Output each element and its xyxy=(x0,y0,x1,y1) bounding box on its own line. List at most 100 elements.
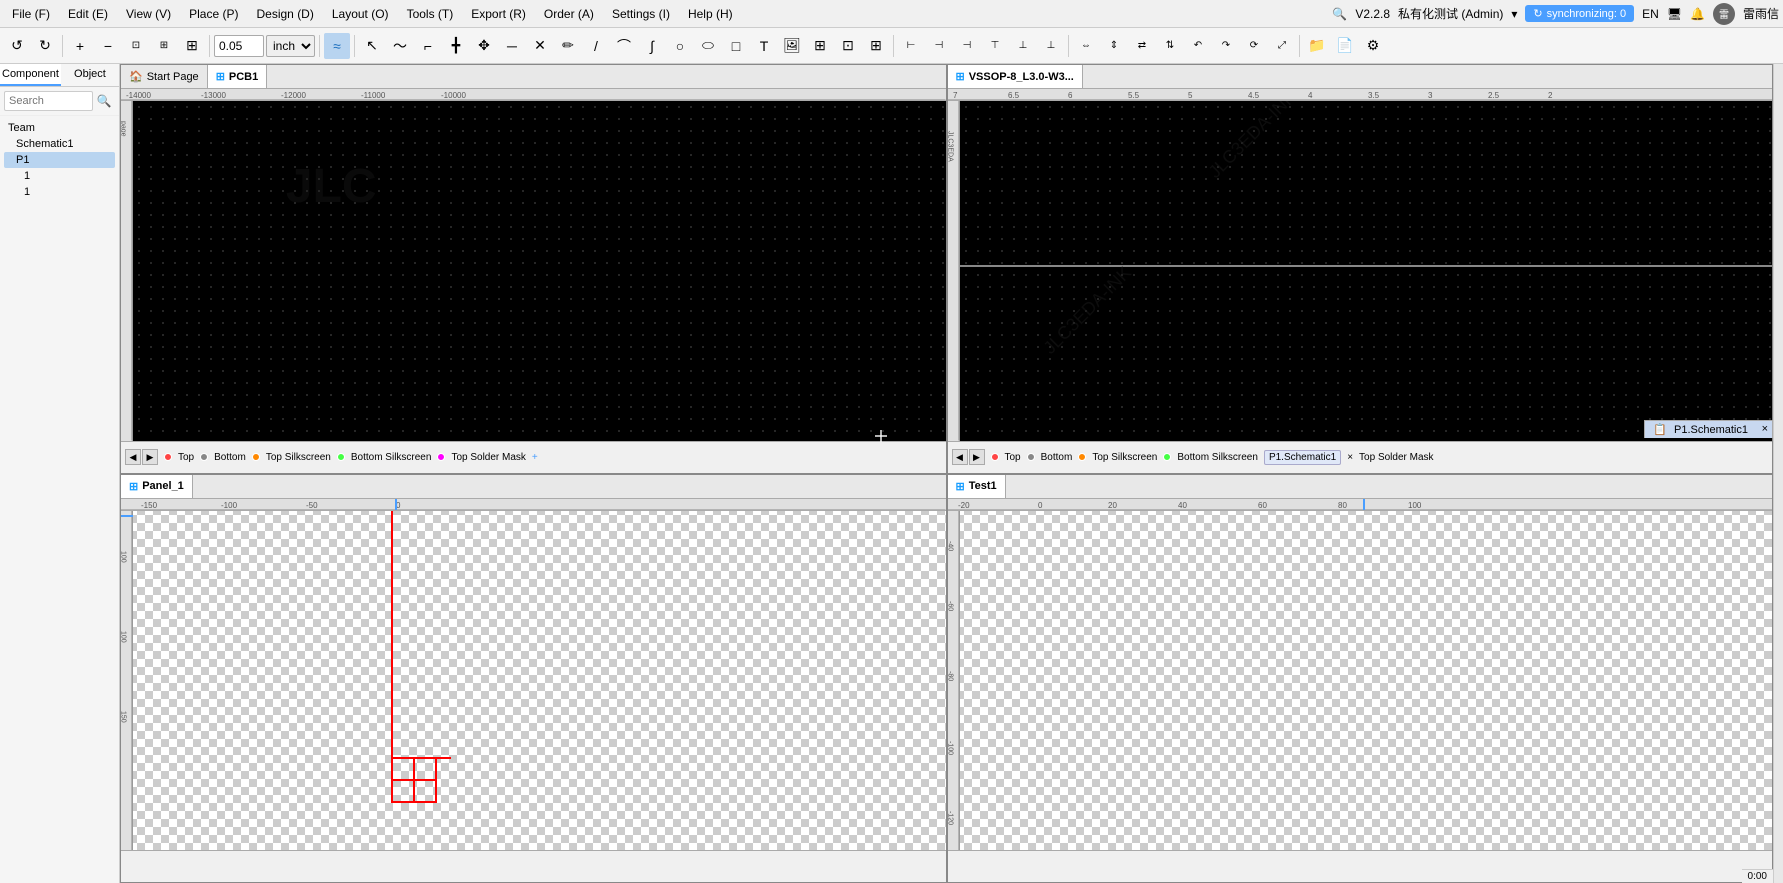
pcb-canvas-top-left[interactable]: JLC xyxy=(121,89,946,441)
tree-item1[interactable]: 1 xyxy=(4,168,115,184)
file-open-button[interactable]: 📁 xyxy=(1304,33,1330,59)
layer-label-top-tr[interactable]: Top xyxy=(1005,452,1021,463)
distribute-h[interactable]: ⇔ xyxy=(1073,33,1099,59)
grid-button[interactable]: ⊞ xyxy=(179,33,205,59)
monitor-icon[interactable]: 🖥 xyxy=(1667,7,1682,21)
mirror-h[interactable]: ⇄ xyxy=(1129,33,1155,59)
table-tool[interactable]: ⊞ xyxy=(807,33,833,59)
layer-label-tsilk[interactable]: Top Silkscreen xyxy=(266,452,331,463)
ellipse-tool[interactable]: ⬭ xyxy=(695,33,721,59)
component-tool[interactable]: ⊡ xyxy=(835,33,861,59)
admin-label[interactable]: 私有化测试 (Admin) xyxy=(1398,5,1503,22)
pcb-canvas-top-right[interactable]: JLC3EDA-INK JLC3EDA-INK xyxy=(948,89,1773,441)
flip[interactable]: ⤢ xyxy=(1269,33,1295,59)
circle-tool[interactable]: ○ xyxy=(667,33,693,59)
schematic1-floating-tab[interactable]: 📋 P1.Schematic1 × xyxy=(1644,420,1773,438)
schematic1-tab-close-btn[interactable]: × xyxy=(1762,423,1768,435)
layer-label-bsilk-tr[interactable]: Bottom Silkscreen xyxy=(1177,452,1258,463)
tree-schematic1[interactable]: Schematic1 xyxy=(4,136,115,152)
menu-design[interactable]: Design (D) xyxy=(249,5,322,23)
layer-label-bsilk[interactable]: Bottom Silkscreen xyxy=(351,452,432,463)
search-input[interactable] xyxy=(4,91,93,111)
bus-tool[interactable]: ⌐ xyxy=(415,33,441,59)
mirror-v[interactable]: ⇅ xyxy=(1157,33,1183,59)
schematic-tab-in-bar[interactable]: P1.Schematic1 xyxy=(1264,450,1341,465)
menu-file[interactable]: File (F) xyxy=(4,5,58,23)
bezier-tool[interactable]: ∫ xyxy=(639,33,665,59)
zoom-input[interactable] xyxy=(214,35,264,57)
layer-label-bottom-tr[interactable]: Bottom xyxy=(1041,452,1073,463)
align-top[interactable]: ⊤ xyxy=(982,33,1008,59)
distribute-v[interactable]: ⇕ xyxy=(1101,33,1127,59)
panel1-tab[interactable]: ⊞ Panel_1 xyxy=(121,475,193,499)
menu-tools[interactable]: Tools (T) xyxy=(399,5,462,23)
dropdown-icon[interactable]: ▾ xyxy=(1511,7,1517,21)
menu-layout[interactable]: Layout (O) xyxy=(324,5,397,23)
test1-tab[interactable]: ⊞ Test1 xyxy=(948,475,1006,499)
layer-prev-btn[interactable]: ◀ xyxy=(125,449,141,465)
unit-select[interactable]: inch mm mil xyxy=(266,35,315,57)
layer-next-btn-tr[interactable]: ▶ xyxy=(969,449,985,465)
route-active-button[interactable]: ≈ xyxy=(324,33,350,59)
align-center-h[interactable]: ⊣ xyxy=(926,33,952,59)
layer-label-tsoldermask[interactable]: Top Solder Mask xyxy=(451,452,525,463)
zoom-select-button[interactable]: ⊞ xyxy=(151,33,177,59)
align-left[interactable]: ⊢ xyxy=(898,33,924,59)
rotate2[interactable]: ⟳ xyxy=(1241,33,1267,59)
search-icon[interactable]: 🔍 xyxy=(97,94,112,108)
menu-edit[interactable]: Edit (E) xyxy=(60,5,116,23)
search-icon[interactable]: 🔍 xyxy=(1332,7,1347,21)
sync-button[interactable]: ↻ synchronizing: 0 xyxy=(1525,5,1634,22)
move-tool[interactable]: ✥ xyxy=(471,33,497,59)
redo-button[interactable]: ↻ xyxy=(32,33,58,59)
schematic-tab-close[interactable]: × xyxy=(1347,452,1353,463)
tree-item2[interactable]: 1 xyxy=(4,184,115,200)
align-bottom[interactable]: ⊥ xyxy=(1038,33,1064,59)
schematic-canvas[interactable] xyxy=(948,499,1773,851)
avatar[interactable]: 雷 xyxy=(1713,3,1735,25)
select-tool[interactable]: ↖ xyxy=(359,33,385,59)
menu-view[interactable]: View (V) xyxy=(118,5,179,23)
pcb1-tab[interactable]: ⊞ PCB1 xyxy=(208,65,268,89)
tree-team[interactable]: Team xyxy=(4,120,115,136)
arc-tool[interactable]: ⌒ xyxy=(611,33,637,59)
layer-next-btn[interactable]: ▶ xyxy=(142,449,158,465)
start-page-tab[interactable]: 🏠 Start Page xyxy=(121,65,208,89)
wire-tool[interactable]: 〜 xyxy=(387,33,413,59)
rect-tool[interactable]: □ xyxy=(723,33,749,59)
align-right[interactable]: ⊣ xyxy=(954,33,980,59)
more-layers-btn[interactable]: + xyxy=(532,452,538,463)
zoom-in-button[interactable]: + xyxy=(67,33,93,59)
line-tool[interactable]: / xyxy=(583,33,609,59)
layer-label-tsoldermask-tr[interactable]: Top Solder Mask xyxy=(1359,452,1433,463)
undo-button[interactable]: ↺ xyxy=(4,33,30,59)
checkerboard-canvas[interactable] xyxy=(121,499,946,851)
pin-tool[interactable]: ⊞ xyxy=(863,33,889,59)
rotate-r[interactable]: ↷ xyxy=(1213,33,1239,59)
track-tool[interactable]: ─ xyxy=(499,33,525,59)
zoom-fit-button[interactable]: ⊡ xyxy=(123,33,149,59)
zoom-out-button[interactable]: − xyxy=(95,33,121,59)
layer-label-top[interactable]: Top xyxy=(178,452,194,463)
align-center-v[interactable]: ⊥ xyxy=(1010,33,1036,59)
image-tool[interactable]: 🖼 xyxy=(779,33,805,59)
component-tab[interactable]: Component xyxy=(0,64,61,86)
delete-tool[interactable]: ✕ xyxy=(527,33,553,59)
tree-p1[interactable]: P1 xyxy=(4,152,115,168)
pencil-tool[interactable]: ✏ xyxy=(555,33,581,59)
vssop-tab[interactable]: ⊞ VSSOP-8_L3.0-W3... xyxy=(948,65,1083,89)
menu-order[interactable]: Order (A) xyxy=(536,5,602,23)
layer-label-tsilk-tr[interactable]: Top Silkscreen xyxy=(1092,452,1157,463)
lang-label[interactable]: EN xyxy=(1642,7,1659,21)
rotate-l[interactable]: ↶ xyxy=(1185,33,1211,59)
file-new-button[interactable]: 📄 xyxy=(1332,33,1358,59)
menu-settings[interactable]: Settings (I) xyxy=(604,5,678,23)
layer-prev-btn-tr[interactable]: ◀ xyxy=(952,449,968,465)
menu-export[interactable]: Export (R) xyxy=(463,5,534,23)
notification-icon[interactable]: 🔔 xyxy=(1690,7,1705,21)
layer-label-bottom[interactable]: Bottom xyxy=(214,452,246,463)
menu-place[interactable]: Place (P) xyxy=(181,5,246,23)
object-tab[interactable]: Object xyxy=(61,64,119,86)
junction-tool[interactable]: ╋ xyxy=(443,33,469,59)
settings-button[interactable]: ⚙ xyxy=(1360,33,1386,59)
